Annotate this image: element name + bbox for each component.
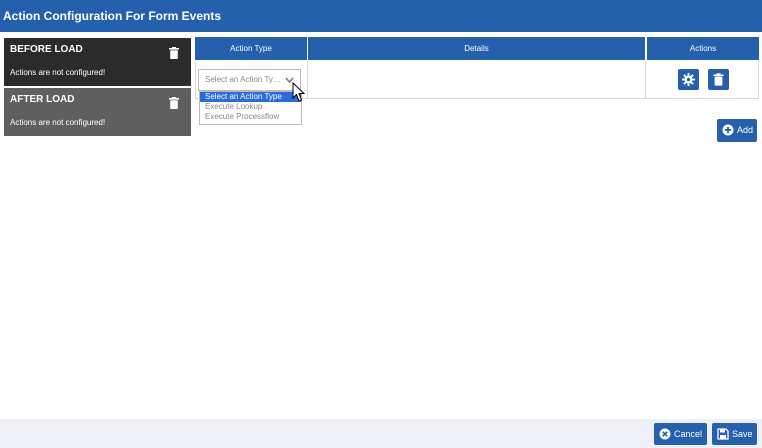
event-status: Actions are not configured!	[10, 118, 106, 127]
save-button[interactable]: Save	[712, 423, 757, 445]
trash-icon	[713, 73, 724, 86]
event-status: Actions are not configured!	[10, 68, 106, 77]
dropdown-option[interactable]: Select an Action Type	[200, 92, 301, 102]
save-button-label: Save	[732, 429, 753, 439]
save-icon	[717, 428, 729, 440]
dropdown-option[interactable]: Execute Processflow	[200, 112, 301, 122]
cancel-button[interactable]: Cancel	[654, 423, 707, 445]
event-after-load[interactable]: AFTER LOAD Actions are not configured!	[4, 88, 191, 136]
plus-circle-icon	[722, 124, 734, 136]
settings-button[interactable]	[678, 69, 699, 90]
mouse-cursor-icon	[292, 82, 306, 102]
add-button-label: Add	[737, 125, 754, 135]
trash-icon[interactable]	[169, 97, 179, 109]
gear-icon	[682, 73, 695, 86]
column-header-details: Details	[308, 37, 645, 60]
close-circle-icon	[659, 428, 671, 440]
action-type-select[interactable]: Select an Action Ty…	[198, 69, 301, 91]
dropdown-option[interactable]: Execute Lookup	[200, 102, 301, 112]
event-name: BEFORE LOAD	[10, 44, 83, 55]
column-header-actions: Actions	[647, 37, 759, 60]
trash-icon[interactable]	[169, 47, 179, 59]
action-type-dropdown: Select an Action Type Execute Lookup Exe…	[199, 91, 302, 125]
delete-row-button[interactable]	[708, 69, 729, 90]
event-before-load[interactable]: BEFORE LOAD Actions are not configured!	[4, 38, 191, 86]
column-header-action-type: Action Type	[195, 37, 307, 60]
action-type-select-value: Select an Action Ty…	[205, 75, 281, 84]
cell-divider	[307, 61, 308, 99]
dialog-footer	[0, 419, 762, 448]
cancel-button-label: Cancel	[674, 429, 703, 439]
add-button[interactable]: Add	[717, 119, 757, 142]
cell-divider	[645, 61, 646, 99]
dialog-title: Action Configuration For Form Events	[0, 0, 762, 32]
event-name: AFTER LOAD	[10, 94, 75, 105]
